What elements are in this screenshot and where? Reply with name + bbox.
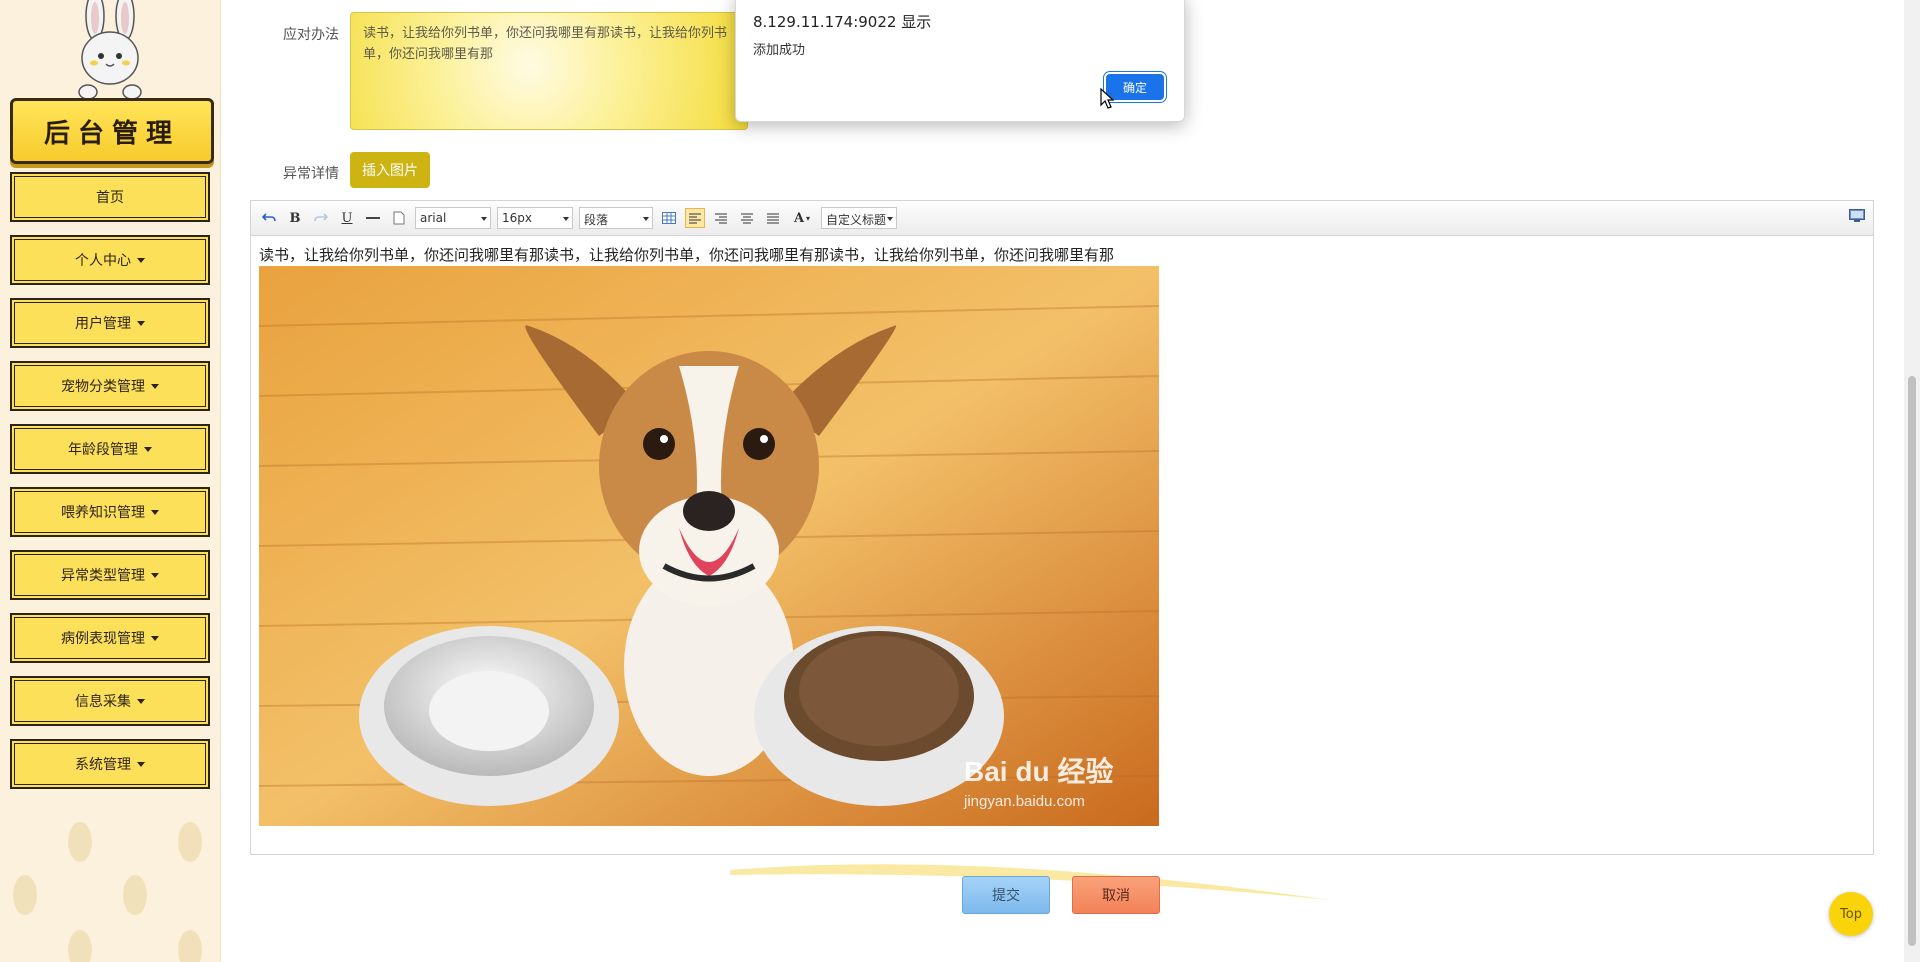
sidebar-item-label: 用户管理 (75, 316, 131, 332)
caret-down-icon (137, 320, 145, 326)
align-left-icon[interactable] (685, 208, 705, 228)
sidebar: 后台管理 首页 个人中心 用户管理 宠物分类管理 年龄段管理 喂养知识管理 异常… (0, 0, 221, 962)
sidebar-item-label: 个人中心 (75, 253, 131, 269)
bold-icon[interactable]: B (285, 208, 305, 228)
solution-label: 应对办法 (283, 27, 339, 43)
sidebar-item-user-management[interactable]: 用户管理 (10, 298, 210, 348)
page-break-icon[interactable] (389, 208, 409, 228)
mouse-cursor-icon (1100, 88, 1114, 109)
bunny-mascot-icon (78, 0, 142, 100)
sidebar-item-anomaly-type[interactable]: 异常类型管理 (10, 550, 210, 600)
alert-dialog: 8.129.11.174:9022 显示 添加成功 确定 (735, 0, 1185, 122)
paragraph-select[interactable]: 段落 (579, 207, 653, 229)
image-watermark: Bai du 经验 (964, 755, 1113, 787)
sidebar-item-label: 年龄段管理 (68, 442, 138, 458)
sidebar-item-label: 病例表现管理 (61, 631, 145, 647)
caret-down-icon (151, 509, 159, 515)
dialog-title: 8.129.11.174:9022 显示 (753, 13, 932, 31)
sidebar-item-label: 系统管理 (75, 757, 131, 773)
font-size-select[interactable]: 16px (497, 207, 573, 229)
align-justify-icon[interactable] (763, 208, 783, 228)
sidebar-item-case-symptoms[interactable]: 病例表现管理 (10, 613, 210, 663)
sidebar-item-system-management[interactable]: 系统管理 (10, 739, 210, 789)
horizontal-rule-icon[interactable] (363, 208, 383, 228)
align-center-icon[interactable] (737, 208, 757, 228)
fullscreen-icon[interactable] (1849, 209, 1865, 223)
sidebar-item-age-group[interactable]: 年龄段管理 (10, 424, 210, 474)
align-right-icon[interactable] (711, 208, 731, 228)
caret-down-icon (151, 572, 159, 578)
detail-label: 异常详情 (283, 166, 339, 182)
solution-textarea[interactable]: 读书，让我给你列书单，你还问我哪里有那读书，让我给你列书单，你还问我哪里有那 (350, 12, 748, 130)
sidebar-item-label: 异常类型管理 (61, 568, 145, 584)
sidebar-nav: 首页 个人中心 用户管理 宠物分类管理 年龄段管理 喂养知识管理 异常类型管理 … (10, 172, 210, 802)
caret-down-icon (137, 698, 145, 704)
caret-down-icon (151, 383, 159, 389)
font-family-select[interactable]: arial (415, 207, 491, 229)
redo-icon[interactable] (311, 208, 331, 228)
sidebar-item-home[interactable]: 首页 (10, 172, 210, 222)
image-watermark-url: jingyan.baidu.com (963, 793, 1085, 810)
admin-logo: 后台管理 (10, 98, 214, 164)
submit-button[interactable]: 提交 (962, 876, 1050, 914)
dialog-ok-button[interactable]: 确定 (1106, 74, 1164, 100)
scrollbar-thumb[interactable] (1908, 376, 1916, 946)
custom-title-select[interactable]: 自定义标题 (821, 207, 897, 229)
sidebar-item-label: 宠物分类管理 (61, 379, 145, 395)
cancel-button[interactable]: 取消 (1072, 876, 1160, 914)
sidebar-item-label: 首页 (96, 190, 124, 206)
rich-text-editor: B U arial 16px 段落 A ▾ 自定义标题 读书，让我给你列书单，你… (250, 200, 1874, 855)
editor-toolbar: B U arial 16px 段落 A ▾ 自定义标题 (251, 201, 1873, 236)
caret-down-icon (137, 761, 145, 767)
undo-icon[interactable] (259, 208, 279, 228)
editor-content[interactable]: 读书，让我给你列书单，你还问我哪里有那读书，让我给你列书单，你还问我哪里有那读书… (251, 236, 1873, 836)
sidebar-item-feeding-knowledge[interactable]: 喂养知识管理 (10, 487, 210, 537)
dog-with-bowls-image: Bai du 经验 jingyan.baidu.com (259, 266, 1159, 826)
font-color-icon[interactable]: A ▾ (789, 208, 815, 228)
sidebar-item-label: 喂养知识管理 (61, 505, 145, 521)
dialog-message: 添加成功 (753, 43, 806, 58)
sidebar-item-personal-center[interactable]: 个人中心 (10, 235, 210, 285)
caret-down-icon (137, 257, 145, 263)
underline-icon[interactable]: U (337, 208, 357, 228)
leaf-pattern-decoration (13, 822, 202, 962)
sidebar-item-pet-category[interactable]: 宠物分类管理 (10, 361, 210, 411)
editor-text: 读书，让我给你列书单，你还问我哪里有那读书，让我给你列书单，你还问我哪里有那读书… (259, 246, 1115, 264)
table-icon[interactable] (659, 208, 679, 228)
back-to-top-button[interactable]: Top (1829, 892, 1873, 936)
sidebar-item-info-collection[interactable]: 信息采集 (10, 676, 210, 726)
page-scrollbar[interactable] (1904, 0, 1920, 962)
sidebar-item-label: 信息采集 (75, 694, 131, 710)
caret-down-icon (151, 635, 159, 641)
insert-image-button[interactable]: 插入图片 (350, 152, 430, 188)
caret-down-icon (144, 446, 152, 452)
